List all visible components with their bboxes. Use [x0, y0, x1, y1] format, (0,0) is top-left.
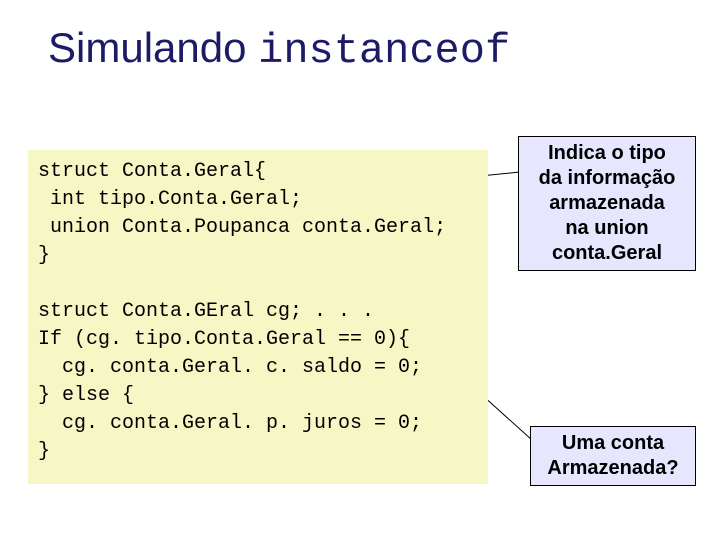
- slide: Simulando instanceof struct Conta.Geral{…: [0, 0, 720, 540]
- code-line: If (cg. tipo.Conta.Geral == 0){: [38, 328, 410, 351]
- code-line: }: [38, 440, 50, 463]
- callout-line: da informação: [527, 166, 687, 191]
- title-keyword: instanceof: [258, 27, 510, 75]
- code-line: struct Conta.GEral cg; . . .: [38, 300, 374, 323]
- callout-top: Indica o tipo da informação armazenada n…: [518, 136, 696, 271]
- code-line: } else {: [38, 384, 134, 407]
- code-line: cg. conta.Geral. c. saldo = 0;: [38, 356, 422, 379]
- callout-line: conta.Geral: [527, 241, 687, 266]
- callout-line: Indica o tipo: [527, 141, 687, 166]
- title-prefix: Simulando: [48, 24, 258, 71]
- code-line: struct Conta.Geral{: [38, 160, 266, 183]
- callout-line: armazenada: [527, 191, 687, 216]
- callout-line: na union: [527, 216, 687, 241]
- code-line: int tipo.Conta.Geral;: [38, 188, 302, 211]
- code-line: union Conta.Poupanca conta.Geral;: [38, 216, 446, 239]
- code-line: }: [38, 244, 50, 267]
- callout-line: Armazenada?: [539, 456, 687, 481]
- callout-bottom: Uma conta Armazenada?: [530, 426, 696, 486]
- slide-title: Simulando instanceof: [48, 24, 510, 75]
- code-line: cg. conta.Geral. p. juros = 0;: [38, 412, 422, 435]
- callout-line: Uma conta: [539, 431, 687, 456]
- code-block: struct Conta.Geral{ int tipo.Conta.Geral…: [28, 150, 488, 484]
